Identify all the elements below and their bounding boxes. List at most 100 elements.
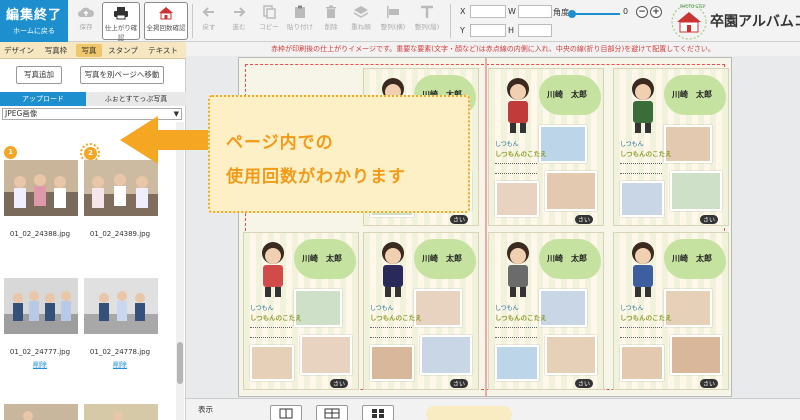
undo-button[interactable]: 戻す: [196, 2, 222, 40]
redo-button[interactable]: 進む: [226, 2, 252, 40]
child-photo[interactable]: [620, 345, 664, 381]
angle-slider-track[interactable]: [572, 13, 620, 15]
child-photo[interactable]: [545, 171, 597, 211]
align-horizontal-icon: [387, 6, 399, 18]
child-name: 川崎 太郎: [672, 90, 712, 99]
profile-card[interactable]: 川崎 太郎しつもんしつもんのこたえさい: [613, 68, 729, 226]
write-line: [620, 327, 662, 328]
answer-label: しつもんのこたえ: [250, 314, 302, 322]
height-input[interactable]: [518, 24, 552, 37]
photo-filename: 01_02_24778.jpg: [89, 348, 151, 356]
photo-thumbnail[interactable]: [4, 404, 78, 420]
profile-card[interactable]: 川崎 太郎しつもんしつもんのこたえさい: [488, 68, 604, 226]
photo-filename: 01_02_24388.jpg: [9, 230, 71, 238]
paste-button[interactable]: 貼り付け: [286, 2, 314, 40]
child-photo[interactable]: [495, 181, 539, 217]
file-type-value: JPEG画像: [5, 109, 38, 118]
delete-photo-link[interactable]: 削除: [2, 360, 78, 370]
photo-thumbnail[interactable]: [4, 160, 78, 216]
tab-photo[interactable]: 写真: [76, 44, 102, 57]
x-label: X: [460, 7, 466, 16]
copy-button[interactable]: コピー: [256, 2, 282, 40]
child-photo[interactable]: [620, 181, 664, 217]
age-tag: さい: [575, 379, 594, 388]
child-cutout-image: [382, 242, 404, 297]
photo-thumbnail[interactable]: [84, 404, 158, 420]
child-name: 川崎 太郎: [672, 254, 712, 263]
layer-order-button[interactable]: 重ね順: [348, 2, 374, 40]
child-photo[interactable]: [250, 345, 294, 381]
angle-slider-knob[interactable]: [568, 10, 576, 18]
y-input[interactable]: [470, 24, 506, 37]
profile-card[interactable]: 川崎 太郎しつもんしつもんのこたえさい: [363, 232, 479, 390]
delete-label: 削除: [324, 23, 338, 31]
callout-line-1: ページ内での: [226, 133, 334, 153]
group-photo-image: [84, 160, 158, 216]
save-label: 保存: [79, 23, 93, 31]
usage-count-button[interactable]: 全掲回数確認: [144, 2, 188, 40]
cloud-upload-icon: [78, 7, 95, 17]
child-photo[interactable]: [495, 345, 539, 381]
main-toolbar: 編集終了 ホームに戻る 保存 仕上がり確認 全掲回数確認 戻す 進む コピー 貼…: [0, 0, 800, 42]
write-line: [250, 337, 292, 338]
write-line: [250, 327, 292, 328]
tab-upload[interactable]: アップロード: [0, 92, 86, 106]
arrow-left-icon: [120, 116, 216, 164]
photo-thumbnail[interactable]: [4, 278, 78, 334]
usage-count-callout: [208, 95, 470, 213]
zoom-in-button[interactable]: +: [650, 6, 662, 18]
brand-name: 卒園アルバムコ: [710, 14, 800, 30]
save-button[interactable]: 保存: [72, 2, 100, 40]
finish-edit-label: 編集終了: [5, 8, 62, 23]
child-photo[interactable]: [545, 335, 597, 375]
align-horizontal-button[interactable]: 整列(横): [378, 2, 408, 40]
zoom-out-button[interactable]: −: [636, 6, 648, 18]
bottom-action-button[interactable]: [426, 406, 512, 420]
child-photo[interactable]: [670, 335, 722, 375]
photo-filename: 01_02_24389.jpg: [89, 230, 151, 238]
spread-page-icon: [324, 408, 340, 419]
child-cutout-image: [507, 242, 529, 297]
profile-card[interactable]: 川崎 太郎しつもんしつもんのこたえさい: [243, 232, 359, 390]
write-line: [495, 327, 537, 328]
delete-button[interactable]: 削除: [318, 2, 344, 40]
profile-card[interactable]: 川崎 太郎しつもんしつもんのこたえさい: [613, 232, 729, 390]
question-label: しつもん: [620, 141, 644, 148]
redo-arrow-icon: [234, 7, 246, 17]
move-photo-page-button[interactable]: 写真を別ページへ移動: [80, 66, 164, 84]
school-house-logo-icon: PHOTO STEP: [671, 4, 707, 40]
print-guide-notice: 赤枠が印刷後の仕上がりイメージです。重要な要素(文字・顔など)は赤点線の内側に入…: [186, 42, 800, 56]
layout-thumbnail-button[interactable]: [362, 405, 394, 420]
finish-check-button[interactable]: 仕上がり確認: [102, 2, 140, 42]
photo-thumbnail[interactable]: [84, 160, 158, 216]
answer-label: しつもんのこたえ: [620, 150, 672, 158]
layout-single-button[interactable]: [270, 405, 302, 420]
child-photo[interactable]: [370, 345, 414, 381]
child-photo[interactable]: [300, 335, 352, 375]
add-photo-button[interactable]: 写真追加: [16, 66, 62, 84]
tab-stamp[interactable]: スタンプ: [104, 44, 142, 57]
align-vertical-label: 整列(縦): [414, 23, 440, 31]
photo-filename: 01_02_24777.jpg: [9, 348, 71, 356]
width-input[interactable]: [518, 5, 552, 18]
x-input[interactable]: [470, 5, 506, 18]
toolbar-divider: [192, 4, 193, 38]
tab-text[interactable]: テキスト: [144, 44, 182, 57]
align-vertical-button[interactable]: 整列(縦): [412, 2, 442, 40]
photo-source-tabs: アップロード ふぉとすてっぷ写真: [0, 92, 186, 106]
finish-edit-button[interactable]: 編集終了 ホームに戻る: [0, 0, 68, 42]
logo-small-text: PHOTO STEP: [680, 4, 706, 9]
kids-photo-image: [4, 278, 78, 334]
child-photo[interactable]: [670, 171, 722, 211]
photo-thumbnail[interactable]: [84, 278, 158, 334]
tab-design[interactable]: デザイン: [2, 44, 36, 57]
layout-spread-button[interactable]: [316, 405, 348, 420]
age-tag: さい: [450, 215, 469, 224]
child-cutout-image: [507, 78, 529, 133]
tab-photo-frame[interactable]: 写真枠: [38, 44, 74, 57]
profile-card[interactable]: 川崎 太郎しつもんしつもんのこたえさい: [488, 232, 604, 390]
delete-photo-link[interactable]: 削除: [82, 360, 158, 370]
child-photo[interactable]: [420, 335, 472, 375]
scrollbar-thumb[interactable]: [177, 342, 183, 384]
tab-photostep-photos[interactable]: ふぉとすてっぷ写真: [86, 92, 186, 106]
